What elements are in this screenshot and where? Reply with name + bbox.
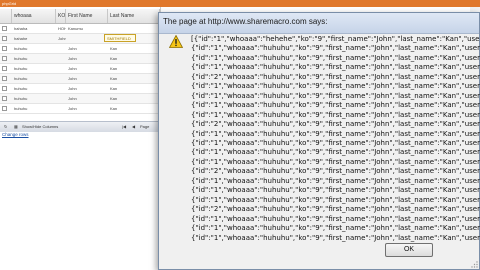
- row-checkbox[interactable]: [2, 106, 7, 111]
- table-cell-last[interactable]: Kan: [108, 94, 160, 103]
- table-cell-whoaaa[interactable]: huhuhu: [12, 54, 56, 63]
- message-line: {"id":"1","whoaaa":"huhuhu","ko":"9","fi…: [191, 148, 480, 157]
- message-line: {"id":"1","whoaaa":"huhuhu","ko":"9","fi…: [191, 53, 480, 62]
- table-cell-first[interactable]: John: [66, 104, 108, 113]
- table-cell-last[interactable]: Kan: [108, 104, 160, 113]
- table-cell-first[interactable]: John: [66, 44, 108, 53]
- table-cell-last[interactable]: Kan: [108, 44, 160, 53]
- column-header-whoaaa[interactable]: whoaaa: [12, 9, 56, 23]
- table-cell-whoaaa[interactable]: huhuhu: [12, 104, 56, 113]
- resize-grip-icon[interactable]: [470, 260, 478, 268]
- row-checkbox[interactable]: [2, 96, 7, 101]
- prev-page-icon[interactable]: ◀: [132, 122, 135, 132]
- table-cell-first[interactable]: John: [66, 74, 108, 83]
- table-cell-last[interactable]: Kan: [108, 64, 160, 73]
- table-cell-last[interactable]: [108, 24, 160, 33]
- app-title: phpGrid: [2, 1, 17, 6]
- warning-icon: [169, 35, 183, 48]
- row-checkbox[interactable]: [2, 56, 7, 61]
- message-line: {"id":"1","whoaaa":"huhuhu","ko":"9","fi…: [191, 91, 480, 100]
- dialog-message: [{"id":"1","whoaaa":"hehehe","ko":"9","f…: [191, 35, 480, 243]
- table-row[interactable]: huhuhu John Kan: [0, 64, 160, 74]
- table-cell-ko[interactable]: [56, 94, 66, 103]
- inline-edit-input[interactable]: SMITHFIELD: [104, 34, 136, 42]
- table-row[interactable]: huhuhu John Kan: [0, 74, 160, 84]
- table-cell-whoaaa[interactable]: hahahe: [12, 34, 56, 43]
- table-row[interactable]: huhuhu John Kan: [0, 94, 160, 104]
- message-line: {"id":"2","whoaaa":"huhuhu","ko":"9","fi…: [191, 72, 480, 81]
- message-line: {"id":"2","whoaaa":"huhuhu","ko":"9","fi…: [191, 120, 480, 129]
- dialog-title: The page at http://www.sharemacro.com sa…: [163, 17, 328, 26]
- column-header-last-name[interactable]: Last Name: [108, 9, 160, 23]
- table-cell-last[interactable]: Kan: [108, 54, 160, 63]
- message-line: {"id":"2","whoaaa":"huhuhu","ko":"9","fi…: [191, 167, 480, 176]
- table-row[interactable]: huhuhu John Kan: [0, 84, 160, 94]
- row-checkbox[interactable]: [2, 46, 7, 51]
- app-titlebar: phpGrid: [0, 0, 480, 7]
- ok-button[interactable]: OK: [385, 243, 433, 257]
- table-cell-last[interactable]: Kan: [108, 74, 160, 83]
- message-line: {"id":"1","whoaaa":"huhuhu","ko":"9","fi…: [191, 214, 480, 223]
- table-row[interactable]: huhuhu John Kan: [0, 44, 160, 54]
- table-cell-whoaaa[interactable]: huhuhu: [12, 84, 56, 93]
- table-cell-whoaaa[interactable]: huhuhu: [12, 64, 56, 73]
- message-line: {"id":"1","whoaaa":"huhuhu","ko":"9","fi…: [191, 44, 480, 53]
- dialog-titlebar: The page at http://www.sharemacro.com sa…: [159, 13, 479, 34]
- grid-header: whoaaa KO First Name Last Name: [0, 9, 160, 24]
- message-line: {"id":"2","whoaaa":"huhuhu","ko":"9","fi…: [191, 205, 480, 214]
- message-line: {"id":"1","whoaaa":"huhuhu","ko":"9","fi…: [191, 63, 480, 72]
- message-line: [{"id":"1","whoaaa":"hehehe","ko":"9","f…: [191, 35, 480, 43]
- row-checkbox[interactable]: [2, 36, 7, 41]
- page-label: Page: [140, 124, 150, 129]
- table-cell-whoaaa[interactable]: hahaha: [12, 24, 56, 33]
- table-cell-first[interactable]: John: [66, 64, 108, 73]
- table-row[interactable]: huhuhu John Kan: [0, 104, 160, 114]
- message-line: {"id":"1","whoaaa":"huhuhu","ko":"9","fi…: [191, 110, 480, 119]
- select-all-column[interactable]: [0, 9, 12, 23]
- alert-dialog: The page at http://www.sharemacro.com sa…: [158, 12, 480, 270]
- table-cell-whoaaa[interactable]: huhuhu: [12, 74, 56, 83]
- table-cell-whoaaa[interactable]: huhuhu: [12, 94, 56, 103]
- table-cell-ko[interactable]: [56, 44, 66, 53]
- change-rows-link[interactable]: Change rows: [0, 131, 29, 139]
- table-cell-ko[interactable]: [56, 74, 66, 83]
- column-header-first-name[interactable]: First Name: [66, 9, 108, 23]
- table-cell-first[interactable]: [66, 34, 108, 43]
- row-checkbox[interactable]: [2, 86, 7, 91]
- table-cell-ko[interactable]: HOHAHOHI: [56, 24, 66, 33]
- table-cell-ko[interactable]: JohnSMITH2NAME2: [56, 34, 66, 43]
- message-line: {"id":"1","whoaaa":"huhuhu","ko":"9","fi…: [191, 186, 480, 195]
- table-row[interactable]: hahahaHOHAHOHIKanumu: [0, 24, 160, 34]
- message-line: {"id":"1","whoaaa":"huhuhu","ko":"9","fi…: [191, 101, 480, 110]
- table-cell-whoaaa[interactable]: huhuhu: [12, 44, 56, 53]
- table-row[interactable]: huhuhu John Kan: [0, 54, 160, 64]
- row-checkbox[interactable]: [2, 76, 7, 81]
- row-checkbox[interactable]: [2, 66, 7, 71]
- message-line: {"id":"1","whoaaa":"huhuhu","ko":"9","fi…: [191, 195, 480, 204]
- table-cell-ko[interactable]: [56, 104, 66, 113]
- message-line: {"id":"1","whoaaa":"huhuhu","ko":"9","fi…: [191, 224, 480, 233]
- message-line: {"id":"1","whoaaa":"huhuhu","ko":"9","fi…: [191, 82, 480, 91]
- table-cell-ko[interactable]: [56, 84, 66, 93]
- data-grid: whoaaa KO First Name Last Name hahaha HOH…: [0, 7, 161, 270]
- table-cell-first[interactable]: John: [66, 54, 108, 63]
- table-cell-ko[interactable]: [56, 64, 66, 73]
- message-line: {"id":"1","whoaaa":"huhuhu","ko":"9","fi…: [191, 129, 480, 138]
- column-header-ko[interactable]: KO: [56, 9, 66, 23]
- table-cell-last[interactable]: Kan: [108, 84, 160, 93]
- table-cell-first[interactable]: John: [66, 94, 108, 103]
- message-line: {"id":"1","whoaaa":"huhuhu","ko":"9","fi…: [191, 233, 480, 242]
- table-cell-ko[interactable]: [56, 54, 66, 63]
- table-cell-first[interactable]: Kanumu: [66, 24, 108, 33]
- row-checkbox[interactable]: [2, 26, 7, 31]
- table-row[interactable]: hahaheJohnSMITH2NAME2 SMITHFIELD: [0, 34, 160, 44]
- message-line: {"id":"1","whoaaa":"huhuhu","ko":"9","fi…: [191, 176, 480, 185]
- table-cell-first[interactable]: John: [66, 84, 108, 93]
- message-line: {"id":"1","whoaaa":"huhuhu","ko":"9","fi…: [191, 157, 480, 166]
- first-page-icon[interactable]: |◀: [122, 122, 126, 132]
- message-line: {"id":"1","whoaaa":"huhuhu","ko":"9","fi…: [191, 138, 480, 147]
